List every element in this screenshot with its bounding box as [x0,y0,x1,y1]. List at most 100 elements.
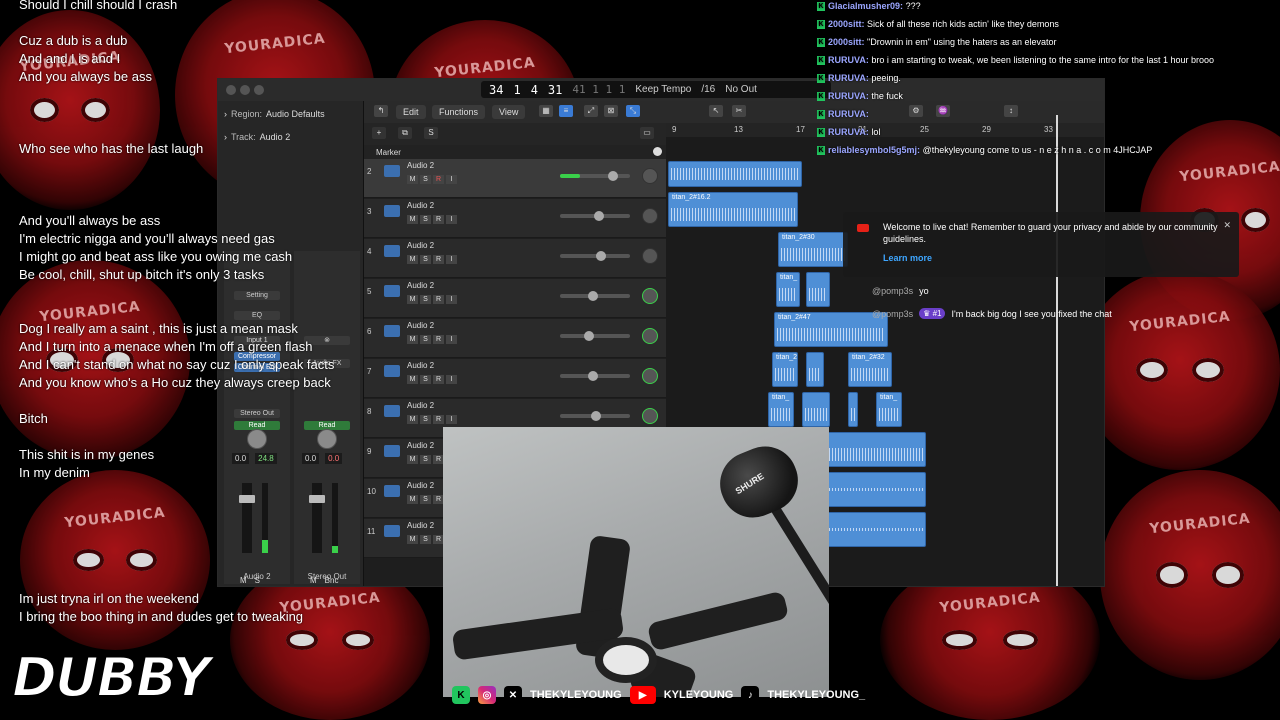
audio-region[interactable] [802,392,830,427]
lcd-signature[interactable]: /16 [701,84,715,95]
mute-button[interactable]: M [407,535,418,544]
solo-button[interactable]: S [420,335,431,344]
track-name[interactable]: Audio 2 [407,161,434,170]
track-pan-knob[interactable] [642,168,658,184]
track-pan-knob[interactable] [642,208,658,224]
grid-view-icon[interactable]: ▦ [539,105,553,117]
track-row[interactable]: 2 Audio 2 MSRI [364,159,666,198]
audio-region[interactable] [806,352,824,387]
audio-region[interactable] [806,272,830,307]
track-name[interactable]: Audio 2 [407,401,434,410]
solo-button[interactable]: S [420,175,431,184]
track-name[interactable]: Audio 2 [407,321,434,330]
mute-button[interactable]: M [407,295,418,304]
audio-region[interactable] [668,161,802,187]
record-button[interactable]: R [433,215,444,224]
mute-button[interactable]: M [407,335,418,344]
audio-region[interactable]: titan_ [768,392,794,427]
input-monitor-button[interactable]: I [446,295,457,304]
input-monitor-button[interactable]: I [446,255,457,264]
snap-icon[interactable]: ⤡ [626,105,640,117]
audio-region[interactable]: titan_2#16.2 [668,192,798,227]
solo-button[interactable]: S [420,375,431,384]
mute-button[interactable]: M [407,175,418,184]
input-monitor-button[interactable]: I [446,175,457,184]
input-monitor-button[interactable]: I [446,335,457,344]
close-icon[interactable]: ✕ [1223,220,1231,231]
lcd-output[interactable]: No Out [725,84,757,95]
solo-track-tool[interactable]: S [424,127,438,139]
track-volume-slider[interactable] [560,411,630,421]
solo-button[interactable]: S [420,495,431,504]
menu-view[interactable]: View [492,105,526,119]
track-pan-knob[interactable] [642,288,658,304]
marker-track[interactable]: Marker [364,145,666,159]
mute-button[interactable]: M [407,495,418,504]
track-name[interactable]: Audio 2 [407,521,434,530]
track-volume-slider[interactable] [560,211,630,221]
record-button[interactable]: R [433,415,444,424]
track-row[interactable]: 4 Audio 2 MSRI [364,239,666,278]
mute-button[interactable]: M [407,455,418,464]
audio-region[interactable] [826,432,926,467]
input-monitor-button[interactable]: I [446,415,457,424]
track-volume-slider[interactable] [560,171,630,181]
track-pan-knob[interactable] [642,328,658,344]
track-row[interactable]: 5 Audio 2 MSRI [364,279,666,318]
solo-button[interactable]: S [420,455,431,464]
pointer-tool-icon[interactable]: ↖ [709,105,723,117]
lcd-display[interactable]: 34 1 4 31 41 1 1 1 Keep Tempo /16 No Out [481,81,831,98]
track-name[interactable]: Audio 2 [407,201,434,210]
track-volume-slider[interactable] [560,371,630,381]
track-row[interactable]: 3 Audio 2 MSRI [364,199,666,238]
track-name[interactable]: Audio 2 [407,281,434,290]
audio-region[interactable]: titan_2#47 [774,312,888,347]
menu-edit[interactable]: Edit [396,105,426,119]
audio-region[interactable]: titan_ [776,272,800,307]
solo-button[interactable]: S [420,255,431,264]
track-volume-slider[interactable] [560,291,630,301]
track-name[interactable]: Audio 2 [407,441,434,450]
duplicate-track-icon[interactable]: ⧉ [398,127,412,139]
mute-button[interactable]: M [407,215,418,224]
menu-functions[interactable]: Functions [432,105,486,119]
track-name[interactable]: Audio 2 [407,361,434,370]
track-pan-knob[interactable] [642,408,658,424]
learn-more-link[interactable]: Learn more [883,253,932,263]
record-button[interactable]: R [433,175,444,184]
record-button[interactable]: R [433,375,444,384]
solo-button[interactable]: S [420,215,431,224]
audio-region[interactable] [826,512,926,547]
record-button[interactable]: R [433,335,444,344]
track-pan-knob[interactable] [642,248,658,264]
solo-button[interactable]: S [420,295,431,304]
audio-region[interactable] [848,392,858,427]
track-volume-slider[interactable] [560,331,630,341]
audio-region[interactable] [826,472,926,507]
mute-button[interactable]: M [407,415,418,424]
add-marker-icon[interactable] [653,147,662,156]
track-volume-slider[interactable] [560,251,630,261]
mute-button[interactable]: M [407,375,418,384]
record-button[interactable]: R [433,295,444,304]
track-pan-knob[interactable] [642,368,658,384]
audio-region[interactable]: titan_2 [772,352,798,387]
audio-region[interactable]: titan_ [876,392,902,427]
playhead[interactable] [1056,115,1058,586]
track-row[interactable]: 6 Audio 2 MSRI [364,319,666,358]
flex-icon[interactable]: ⤢ [584,105,598,117]
global-tracks-icon[interactable]: ▭ [640,127,654,139]
mute-button[interactable]: M [407,255,418,264]
list-view-icon[interactable]: ≡ [559,105,573,117]
zoom-fit-icon[interactable]: ⊠ [604,105,618,117]
audio-region[interactable]: titan_2#30 [778,232,848,267]
solo-button[interactable]: S [420,415,431,424]
lcd-tempo-mode[interactable]: Keep Tempo [635,84,691,95]
track-row[interactable]: 7 Audio 2 MSRI [364,359,666,398]
track-name[interactable]: Audio 2 [407,481,434,490]
audio-region[interactable]: titan_2#32 [848,352,892,387]
scissors-tool-icon[interactable]: ✂ [732,105,746,117]
track-name[interactable]: Audio 2 [407,241,434,250]
input-monitor-button[interactable]: I [446,215,457,224]
record-button[interactable]: R [433,255,444,264]
